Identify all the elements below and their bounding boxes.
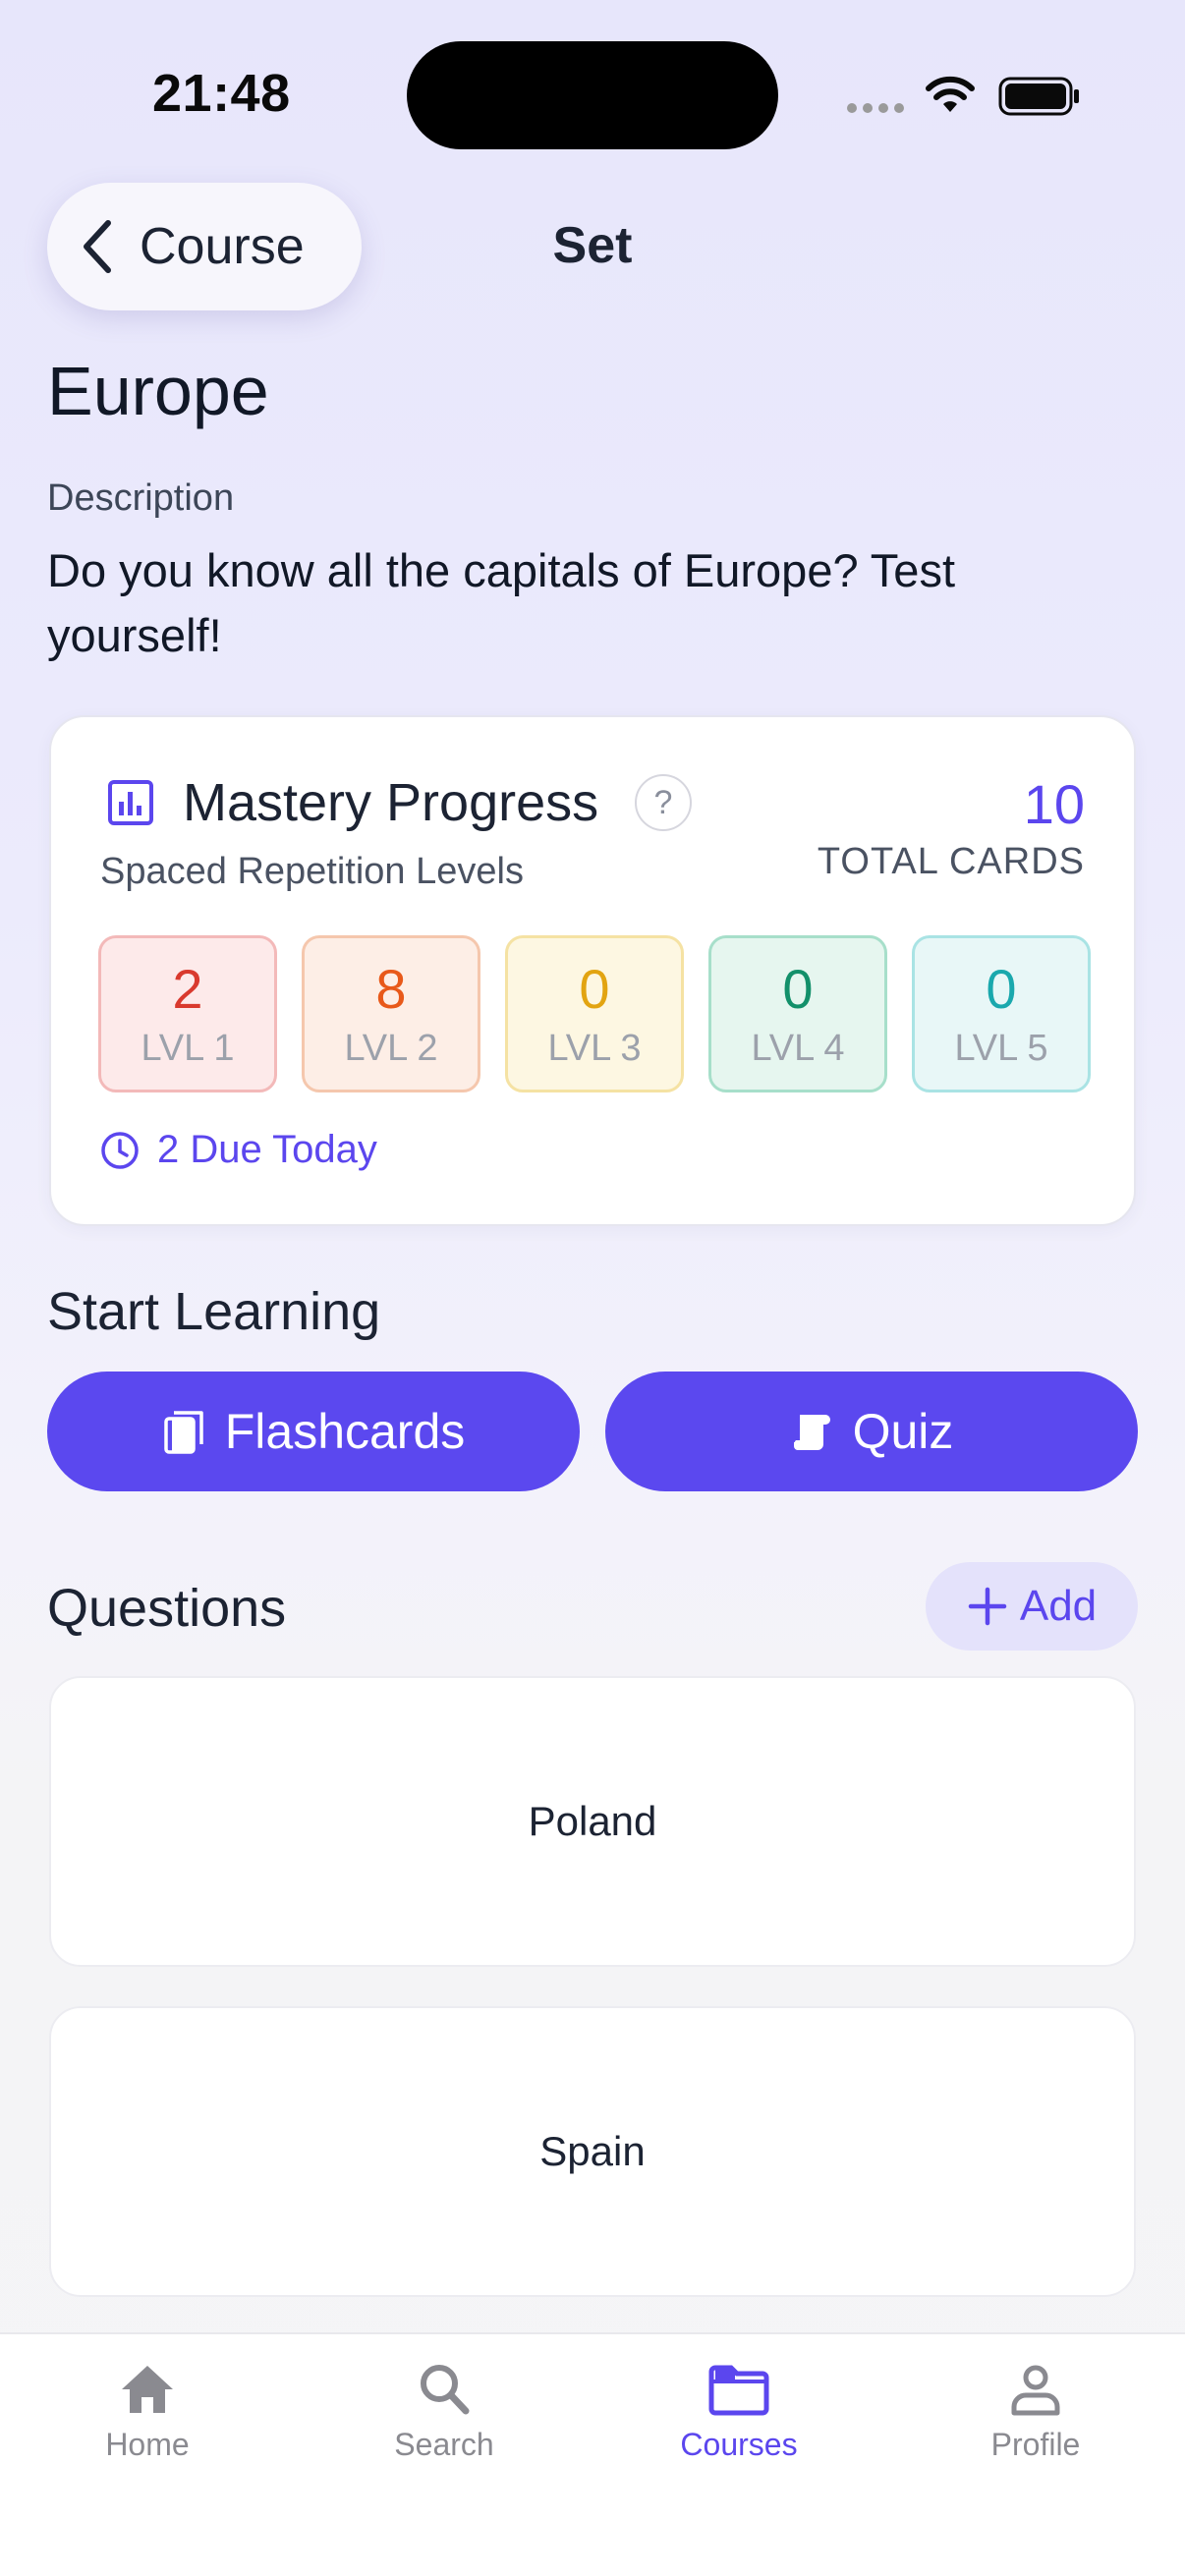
nav-title: Set (552, 217, 633, 274)
level-count: 0 (986, 957, 1017, 1020)
mastery-title: Mastery Progress (183, 773, 599, 832)
dynamic-island (407, 41, 778, 149)
clock-icon (101, 1131, 139, 1169)
flashcards-button[interactable]: Flashcards (47, 1372, 580, 1491)
flashcards-icon (163, 1411, 203, 1454)
level-count: 2 (172, 957, 203, 1020)
level-box-3: 0 LVL 3 (505, 935, 684, 1092)
flashcards-label: Flashcards (224, 1404, 466, 1459)
question-card[interactable]: Poland (49, 1676, 1136, 1967)
quiz-scroll-icon (793, 1415, 830, 1450)
level-label: LVL 4 (751, 1027, 845, 1069)
cellular-signal-icon (847, 103, 904, 113)
questions-title: Questions (47, 1579, 287, 1638)
battery-icon (998, 77, 1079, 116)
level-box-4: 0 LVL 4 (708, 935, 887, 1092)
level-label: LVL 5 (954, 1027, 1048, 1069)
due-today: 2 Due Today (100, 1128, 377, 1172)
set-title: Europe (47, 353, 269, 429)
magnifier-icon (421, 2365, 470, 2415)
level-label: LVL 1 (141, 1027, 235, 1069)
tab-courses[interactable]: Courses (641, 2362, 837, 2463)
level-count: 8 (375, 957, 407, 1020)
level-count: 0 (579, 957, 610, 1020)
level-box-2: 8 LVL 2 (302, 935, 480, 1092)
mastery-progress-card: Mastery Progress ? 10 TOTAL CARDS Spaced… (49, 715, 1136, 1226)
folder-icon (708, 2365, 769, 2416)
tab-home-label: Home (105, 2427, 190, 2462)
tab-profile-label: Profile (990, 2427, 1081, 2462)
add-label: Add (1019, 1582, 1098, 1630)
tab-search[interactable]: Search (346, 2362, 542, 2463)
person-icon (1011, 2365, 1060, 2416)
plus-icon (968, 1587, 1007, 1626)
tab-profile[interactable]: Profile (937, 2362, 1134, 2463)
question-card[interactable]: Spain (49, 2006, 1136, 2297)
total-cards-label: TOTAL CARDS (817, 841, 1085, 882)
total-cards-count: 10 (1023, 773, 1085, 835)
level-label: LVL 2 (344, 1027, 438, 1069)
description-text: Do you know all the capitals of Europe? … (47, 544, 956, 661)
description-label: Description (47, 477, 235, 519)
level-box-1: 2 LVL 1 (98, 935, 277, 1092)
level-label: LVL 3 (547, 1027, 642, 1069)
level-count: 0 (782, 957, 814, 1020)
level-boxes: 2 LVL 1 8 LVL 2 0 LVL 3 0 LVL 4 0 LVL 5 (98, 935, 1091, 1092)
quiz-label: Quiz (852, 1404, 954, 1459)
tab-bar: Home Search Courses Profile (0, 2332, 1185, 2576)
status-bar: 21:48 (0, 0, 1185, 187)
tab-courses-label: Courses (680, 2427, 798, 2462)
status-time: 21:48 (152, 64, 291, 123)
question-text: Poland (528, 1798, 657, 1844)
tab-search-label: Search (394, 2427, 494, 2462)
bar-chart-icon (108, 780, 153, 825)
question-text: Spain (539, 2128, 646, 2174)
add-question-button[interactable]: Add (926, 1562, 1138, 1651)
start-learning-title: Start Learning (47, 1282, 381, 1341)
tab-home[interactable]: Home (49, 2362, 246, 2463)
level-box-5: 0 LVL 5 (912, 935, 1091, 1092)
house-icon (122, 2366, 173, 2413)
due-today-label: 2 Due Today (157, 1128, 377, 1171)
wifi-icon (926, 76, 975, 112)
mastery-subtitle: Spaced Repetition Levels (100, 851, 524, 892)
help-icon[interactable]: ? (635, 774, 692, 831)
quiz-button[interactable]: Quiz (605, 1372, 1138, 1491)
